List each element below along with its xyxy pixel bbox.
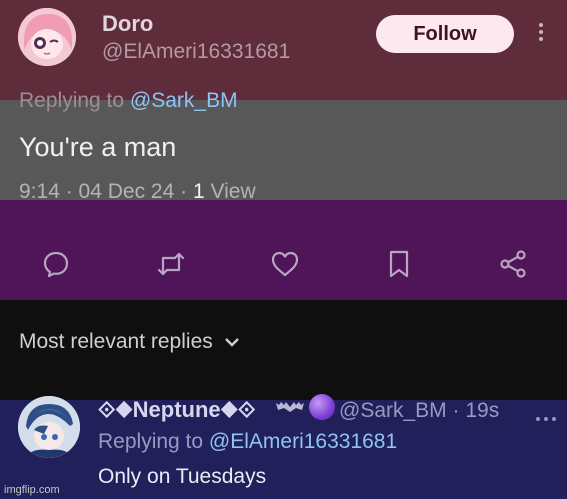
reply-replying-to-line: Replying to @ElAmeri16331681 [98,430,397,454]
tweet-action-bar [0,248,567,284]
tweet-date[interactable]: 04 Dec 24 [79,180,175,203]
replying-to-line: Replying to @Sark_BM [19,89,238,113]
more-options-icon[interactable] [534,20,548,48]
bookmark-icon[interactable] [383,248,419,284]
reply-author-badges [275,394,335,420]
reply-author-handle[interactable]: @Sark_BM [339,399,447,422]
watermark: imgflip.com [4,484,60,496]
author-name[interactable]: Doro [102,11,153,37]
chevron-down-icon [224,338,239,347]
tweet-time[interactable]: 9:14 [19,180,60,203]
reply-handle-line: @Sark_BM · 19s [339,399,500,422]
replying-to-mention[interactable]: @Sark_BM [130,89,238,112]
author-avatar[interactable] [18,8,76,66]
share-icon[interactable] [497,248,533,284]
reply-more-options-icon[interactable] [534,408,558,421]
views-label: View [210,180,256,203]
reply-text: Only on Tuesdays [98,465,267,488]
reply-icon[interactable] [40,248,76,284]
sort-replies-dropdown[interactable]: Most relevant replies [19,330,241,354]
reply-author-name[interactable]: ⟐◆Neptune◆⟐ [98,397,255,423]
author-handle[interactable]: @ElAmeri16331681 [102,40,290,64]
anime-avatar-icon [18,8,76,66]
reply-author-avatar[interactable] [18,396,80,458]
reply-age[interactable]: 19s [465,399,499,422]
bat-wings-icon [276,402,304,412]
sort-label: Most relevant replies [19,330,213,353]
anime-avatar-icon [18,396,80,458]
retweet-icon[interactable] [155,248,191,284]
replying-to-prefix: Replying to [19,89,125,112]
views-count: 1 [192,180,205,203]
reply-replying-to-mention[interactable]: @ElAmeri16331681 [209,430,397,453]
like-icon[interactable] [269,248,305,284]
tweet-text: You're a man [19,132,177,162]
purple-circle-icon [309,394,335,420]
follow-button[interactable]: Follow [376,15,514,53]
reply-replying-to-prefix: Replying to [98,430,204,453]
tweet-meta: 9:14 · 04 Dec 24 · 1 View [19,180,256,203]
